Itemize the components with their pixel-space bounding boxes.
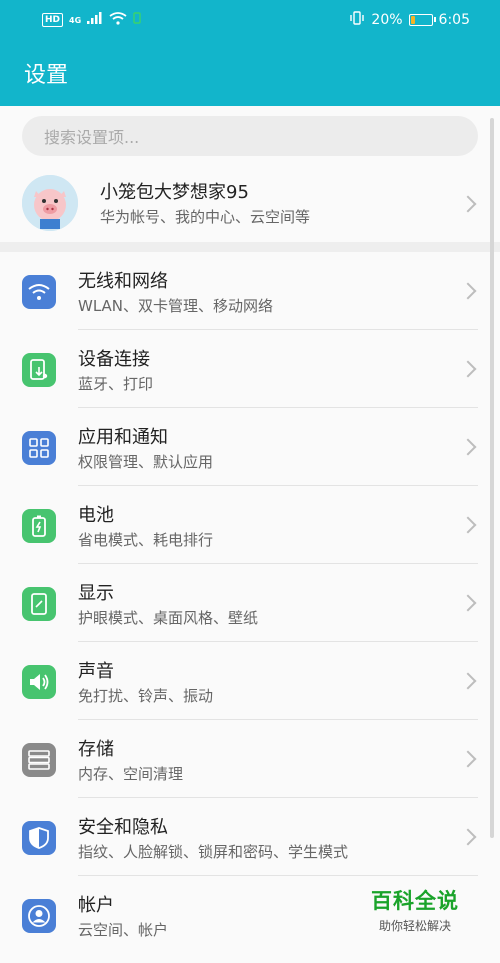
status-right: 20% 6:05 — [349, 11, 470, 29]
item-desc: 权限管理、默认应用 — [78, 453, 214, 471]
network-type: 4G — [69, 15, 82, 25]
item-desc: 内存、空间清理 — [78, 765, 184, 783]
item-desc: 蓝牙、打印 — [78, 375, 154, 393]
chevron-right-icon — [459, 750, 477, 768]
wifi-icon — [22, 275, 56, 309]
item-desc: 免打扰、铃声、振动 — [78, 687, 214, 705]
item-desc: 省电模式、耗电排行 — [78, 531, 214, 549]
item-desc: 指纹、人脸解锁、锁屏和密码、学生模式 — [78, 843, 349, 861]
battery-percent: 20% — [371, 12, 403, 28]
item-title: 声音 — [78, 661, 114, 682]
item-title: 显示 — [78, 583, 114, 604]
scrollbar[interactable] — [490, 118, 494, 838]
item-title: 电池 — [78, 505, 114, 526]
item-desc: 云空间、帐户 — [78, 921, 169, 939]
shield-icon — [22, 821, 56, 855]
status-bar: HD 4G 20% 6:05 — [0, 0, 500, 40]
chevron-right-icon — [459, 438, 477, 456]
item-title: 设备连接 — [78, 349, 150, 370]
page-title: 设置 — [24, 63, 69, 88]
watermark-subtitle: 助你轻松解决 — [378, 919, 451, 933]
wifi-status-icon — [109, 11, 127, 29]
clock: 6:05 — [438, 12, 470, 28]
item-desc: WLAN、双卡管理、移动网络 — [78, 297, 274, 315]
settings-item-sound[interactable]: 声音 免打扰、铃声、振动 — [0, 642, 500, 720]
chevron-right-icon — [459, 360, 477, 378]
item-title: 安全和隐私 — [78, 817, 168, 838]
chevron-right-icon — [459, 195, 477, 213]
vibrate-icon — [349, 11, 365, 29]
item-title: 无线和网络 — [78, 271, 168, 292]
chevron-right-icon — [459, 828, 477, 846]
settings-item-apps-notifications[interactable]: 应用和通知 权限管理、默认应用 — [0, 408, 500, 486]
header: 设置 — [0, 40, 500, 106]
section-divider — [0, 242, 500, 252]
apps-grid-icon — [22, 431, 56, 465]
chevron-right-icon — [459, 282, 477, 300]
settings-list: 无线和网络 WLAN、双卡管理、移动网络 设备连接 蓝牙、打印 应用和通知 权限… — [0, 252, 500, 954]
hd-badge: HD — [42, 13, 64, 27]
watermark-title: 百科全说 — [371, 889, 459, 913]
status-left: HD 4G — [42, 11, 141, 29]
storage-icon — [22, 743, 56, 777]
settings-item-device-connection[interactable]: 设备连接 蓝牙、打印 — [0, 330, 500, 408]
account-icon — [22, 899, 56, 933]
speaker-icon — [22, 665, 56, 699]
notification-icon — [133, 12, 141, 28]
display-icon — [22, 587, 56, 621]
profile-row[interactable]: 小笼包大梦想家95 华为帐号、我的中心、云空间等 — [0, 166, 500, 242]
item-desc: 护眼模式、桌面风格、壁纸 — [78, 609, 259, 627]
chevron-right-icon — [459, 594, 477, 612]
chevron-right-icon — [459, 672, 477, 690]
item-title: 应用和通知 — [78, 427, 168, 448]
profile-subtitle: 华为帐号、我的中心、云空间等 — [100, 208, 311, 226]
watermark-logo: 百科全说 助你轻松解决 — [355, 885, 475, 937]
signal-icon — [87, 12, 103, 28]
settings-item-security-privacy[interactable]: 安全和隐私 指纹、人脸解锁、锁屏和密码、学生模式 — [0, 798, 500, 876]
avatar — [22, 175, 78, 231]
battery-icon — [408, 14, 436, 26]
settings-item-display[interactable]: 显示 护眼模式、桌面风格、壁纸 — [0, 564, 500, 642]
battery-icon — [22, 509, 56, 543]
settings-item-storage[interactable]: 存储 内存、空间清理 — [0, 720, 500, 798]
profile-name: 小笼包大梦想家95 — [100, 182, 249, 203]
settings-item-wireless[interactable]: 无线和网络 WLAN、双卡管理、移动网络 — [0, 252, 500, 330]
device-connect-icon — [22, 353, 56, 387]
search-input[interactable]: 搜索设置项... — [22, 116, 478, 156]
settings-item-battery[interactable]: 电池 省电模式、耗电排行 — [0, 486, 500, 564]
search-placeholder: 搜索设置项... — [44, 128, 140, 147]
chevron-right-icon — [459, 516, 477, 534]
item-title: 帐户 — [78, 895, 114, 916]
item-title: 存储 — [78, 739, 114, 760]
